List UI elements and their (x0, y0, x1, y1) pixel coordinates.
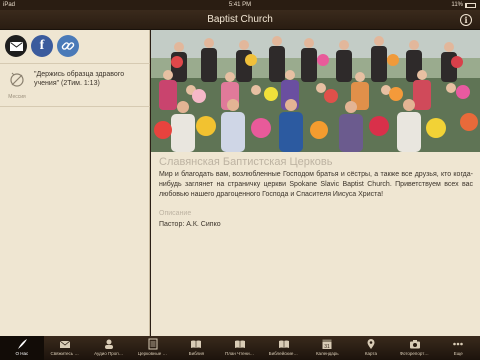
tab-label: Библейские Стихи (268, 351, 299, 356)
tab-more[interactable]: Еще (436, 336, 480, 360)
facebook-button[interactable]: f (31, 35, 53, 57)
tab-bible[interactable]: Библия (175, 336, 219, 360)
battery-status: 11% (451, 0, 476, 10)
divider (0, 106, 150, 107)
church-name: Славянская Баптистская Церковь (159, 156, 333, 168)
tab-label: Еще (453, 351, 463, 356)
tab-label: О Нас (15, 351, 29, 356)
tab-label: Библия (188, 351, 205, 356)
audio-icon (105, 339, 114, 349)
page-title: Baptist Church (207, 14, 273, 25)
sidebar: f Мессия "Держись образца здравого учени… (0, 30, 150, 336)
scroll-icon (10, 72, 24, 87)
info-icon[interactable]: i (460, 14, 472, 26)
group-photo-illustration (151, 30, 480, 152)
envelope-icon (60, 340, 71, 348)
navigation-bar: Baptist Church i (0, 10, 480, 30)
main-content: Славянская Баптистская Церковь Мир и бла… (151, 30, 480, 336)
map-pin-icon (367, 339, 375, 349)
calendar-day: 31 (325, 344, 331, 350)
tab-label: Фоторепортаж (399, 351, 430, 356)
website-button[interactable] (57, 35, 79, 57)
tab-church-news[interactable]: Церковные Новости (131, 336, 175, 360)
tab-label: Календарь (315, 351, 339, 356)
book-verses-icon (278, 340, 289, 348)
more-icon (453, 342, 464, 346)
tab-map[interactable]: Карта (349, 336, 393, 360)
divider (0, 63, 150, 64)
tab-audio-sermons[interactable]: Аудио Проповеди (87, 336, 131, 360)
tab-bible-plan[interactable]: План Чтения Библии (218, 336, 262, 360)
tab-about[interactable]: О Нас (0, 336, 44, 360)
clock: 5:41 PM (228, 2, 252, 8)
tab-bar: О Нас Свяжитесь с нами Аудио Проповеди Ц… (0, 336, 480, 360)
tab-photo-report[interactable]: Фоторепортаж (393, 336, 437, 360)
pastor-name: Пастор: А.К. Сипко (159, 221, 221, 228)
tab-label: Аудио Проповеди (94, 351, 124, 356)
news-icon (148, 338, 158, 350)
tab-contact[interactable]: Свяжитесь с нами (44, 336, 88, 360)
church-photo (151, 30, 480, 152)
link-icon (61, 42, 75, 50)
tab-bible-verses[interactable]: Библейские Стихи (262, 336, 306, 360)
tab-label: Церковные Новости (137, 351, 168, 356)
calendar-icon: 31 (322, 339, 332, 350)
camera-icon (409, 340, 420, 349)
book-icon (191, 340, 202, 348)
status-bar: iPad 5:41 PM 11% (0, 0, 480, 10)
tab-label: Карта (364, 351, 377, 356)
church-description: Мир и благодать вам, возлюбленные Господ… (159, 171, 473, 198)
facebook-icon: f (39, 38, 45, 53)
book-plan-icon (235, 340, 246, 348)
email-button[interactable] (5, 35, 27, 57)
tab-label: Свяжитесь с нами (50, 351, 81, 356)
tab-label: План Чтения Библии (225, 351, 255, 356)
mail-icon (9, 41, 23, 51)
feather-icon (17, 339, 27, 349)
social-links: f (5, 35, 79, 57)
verse-icon-group: Мессия (5, 72, 29, 100)
tab-calendar[interactable]: 31 Календарь (305, 336, 349, 360)
verse-icon-label: Мессия (8, 94, 26, 100)
battery-percent: 11% (451, 2, 463, 8)
battery-icon (465, 2, 476, 8)
description-label: Описание (159, 210, 192, 217)
verse-item[interactable]: Мессия "Держись образца здравого учения"… (0, 70, 150, 104)
verse-text: "Держись образца здравого учения" (2Тим.… (34, 71, 125, 87)
